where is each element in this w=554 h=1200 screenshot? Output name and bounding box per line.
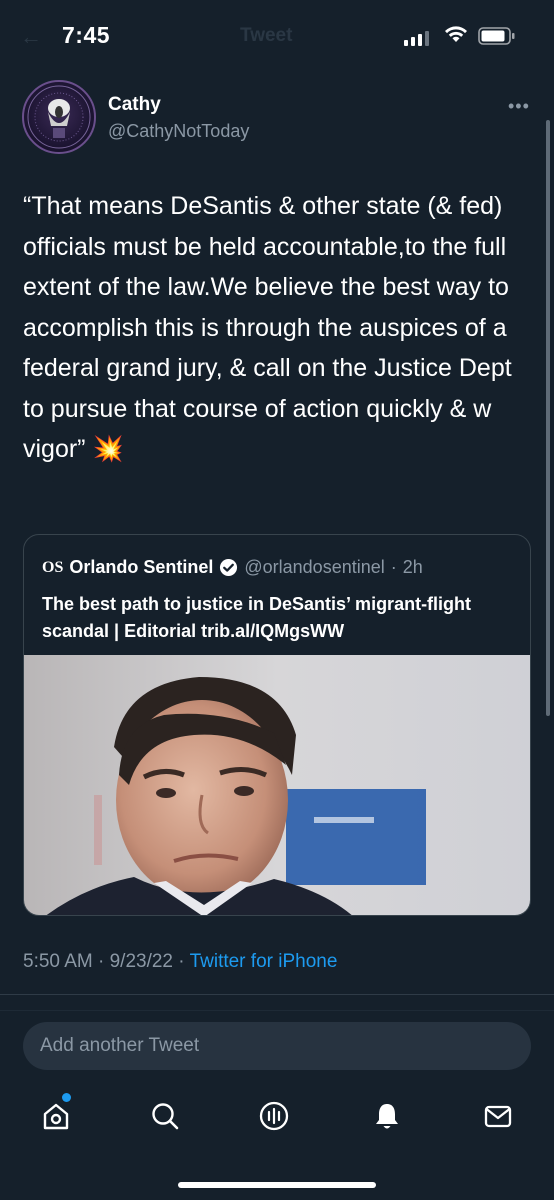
tweet-metadata: 5:50 AM · 9/23/22 · Twitter for iPhone bbox=[23, 951, 337, 973]
divider bbox=[0, 994, 554, 995]
add-tweet-input[interactable]: Add another Tweet bbox=[23, 1022, 531, 1070]
quoted-author-handle: @orlandosentinel bbox=[244, 557, 385, 577]
status-time: 7:45 bbox=[62, 22, 111, 48]
messages-icon[interactable] bbox=[480, 1098, 516, 1134]
home-indicator[interactable] bbox=[178, 1182, 376, 1188]
header-title: Tweet bbox=[240, 25, 293, 46]
verified-badge-icon bbox=[219, 558, 238, 577]
spaces-icon[interactable] bbox=[256, 1098, 292, 1134]
more-icon[interactable]: ••• bbox=[508, 96, 530, 117]
scrollbar[interactable] bbox=[546, 120, 550, 716]
meta-separator: · bbox=[98, 951, 105, 972]
cellular-signal-icon bbox=[404, 30, 429, 46]
notification-dot bbox=[62, 1093, 71, 1102]
tweet-date: 9/23/22 bbox=[109, 951, 174, 972]
tweet-source-link[interactable]: Twitter for iPhone bbox=[190, 951, 338, 972]
quoted-tweet-photo[interactable] bbox=[24, 655, 530, 915]
quoted-author-name: Orlando Sentinel bbox=[69, 557, 214, 577]
divider bbox=[0, 1010, 554, 1011]
wifi-icon bbox=[444, 24, 468, 49]
tweet-text: “That means DeSantis & other state (& fe… bbox=[23, 192, 519, 463]
orlando-sentinel-logo: OS bbox=[42, 558, 64, 576]
quoted-age: 2h bbox=[402, 557, 423, 577]
quoted-tweet-text: The best path to justice in DeSantis’ mi… bbox=[42, 594, 472, 641]
search-icon[interactable] bbox=[147, 1098, 183, 1134]
notifications-icon[interactable] bbox=[369, 1098, 405, 1134]
home-icon[interactable] bbox=[38, 1098, 74, 1134]
author-handle[interactable]: @CathyNotToday bbox=[108, 121, 249, 142]
tweet-time: 5:50 AM bbox=[23, 951, 93, 972]
quoted-tweet-header: OS Orlando Sentinel @orlandosentinel · 2… bbox=[42, 557, 423, 578]
avatar[interactable] bbox=[22, 80, 96, 154]
author-name[interactable]: Cathy bbox=[108, 94, 161, 116]
quoted-tweet-card[interactable]: OS Orlando Sentinel @orlandosentinel · 2… bbox=[23, 534, 531, 916]
meta-separator: · bbox=[178, 951, 185, 972]
back-arrow-icon[interactable]: ← bbox=[20, 24, 42, 50]
quoted-separator: · bbox=[390, 557, 397, 577]
battery-icon bbox=[478, 27, 516, 50]
